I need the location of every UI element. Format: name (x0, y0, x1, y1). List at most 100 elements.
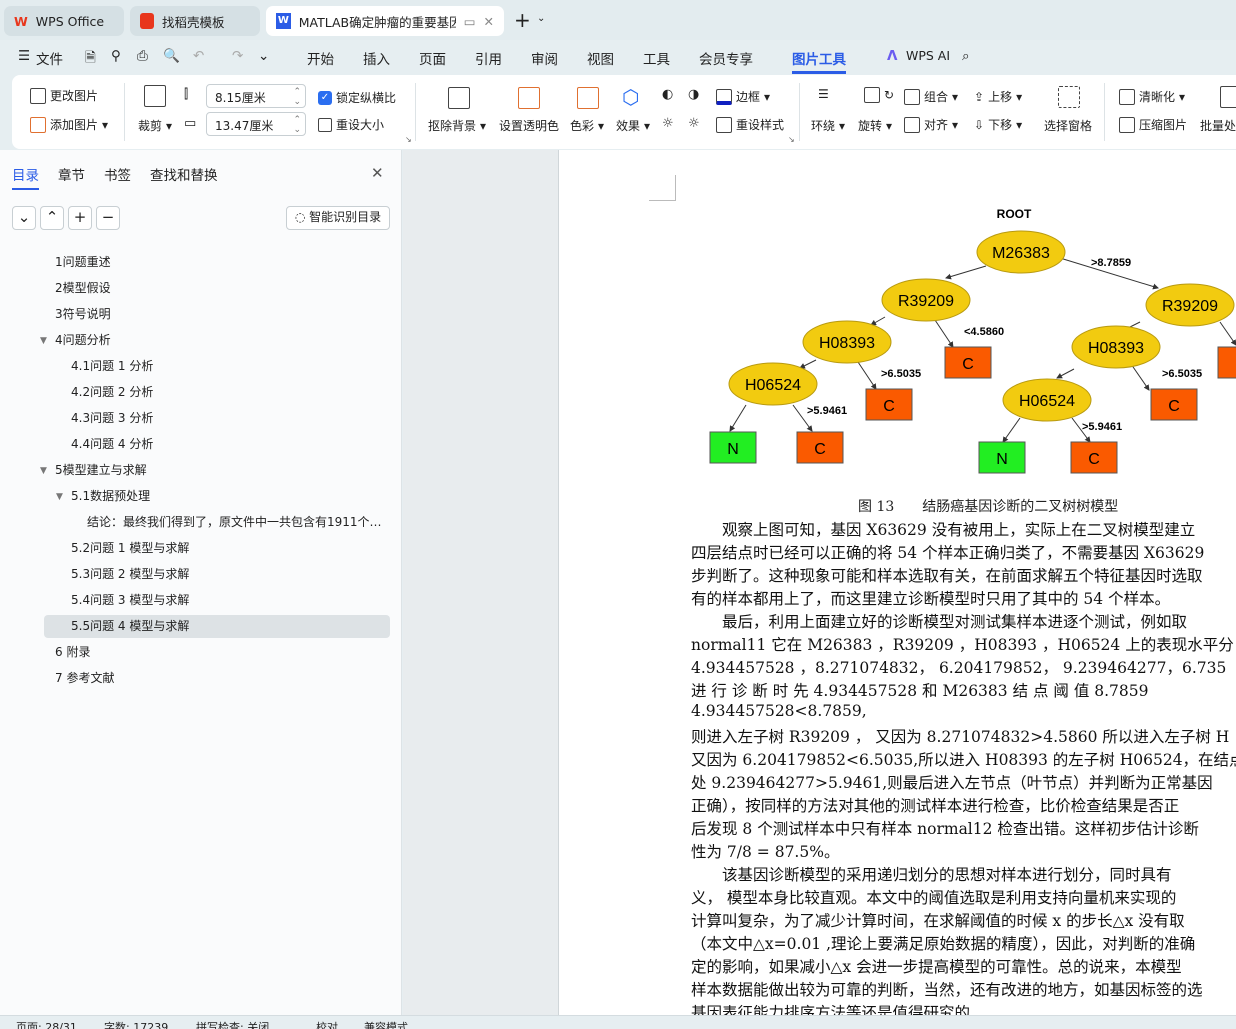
compress-button[interactable]: 压缩图片 (1119, 116, 1187, 133)
proofread-button[interactable]: 校对 (316, 1019, 338, 1029)
toc-item[interactable]: 5.3问题 2 模型与求解 (71, 565, 189, 582)
label: 效果 (616, 119, 641, 133)
selection-pane-button[interactable]: 选择窗格 (1044, 117, 1092, 134)
close-tab-icon[interactable]: ✕ (484, 14, 494, 29)
increase-contrast-icon[interactable]: ◐ (662, 87, 673, 102)
increase-brightness-icon[interactable]: ☼ (662, 116, 674, 131)
tree-node-label: H08393 (819, 335, 875, 352)
tree-leaf-label: C (962, 356, 974, 373)
toc-item[interactable]: 4.4问题 4 分析 (71, 435, 153, 452)
toc-item[interactable]: 6 附录 (55, 643, 90, 660)
toc-item[interactable]: 5.4问题 3 模型与求解 (71, 591, 189, 608)
tab-find-replace[interactable]: 查找和替换 (150, 164, 218, 184)
tab-chapters[interactable]: 章节 (58, 164, 85, 184)
menu-references[interactable]: 引用 (475, 48, 502, 68)
effects-button[interactable]: 效果 ▾ (616, 117, 650, 134)
more-icon[interactable]: ⌄ (258, 48, 269, 64)
toc-item[interactable]: 3符号说明 (55, 305, 111, 322)
search-icon[interactable]: ⌕ (962, 48, 970, 64)
tab-bookmarks[interactable]: 书签 (104, 164, 131, 184)
menu-review[interactable]: 审阅 (531, 48, 558, 68)
collapse-button[interactable]: ⌄ (12, 206, 36, 230)
toc-item[interactable]: 2模型假设 (55, 279, 111, 296)
save-icon[interactable]: 🗎 (85, 48, 96, 71)
add-picture-button[interactable]: 添加图片 ▾ (30, 116, 108, 133)
reset-style-button[interactable]: 重设样式 (716, 116, 784, 133)
toc-item[interactable]: 1问题重述 (55, 253, 111, 270)
menu-insert[interactable]: 插入 (363, 48, 390, 68)
edge-label: >8.7859 (1091, 257, 1131, 269)
toc-item[interactable]: 5.1数据预处理 (71, 487, 150, 504)
width-input[interactable]: 8.15厘米 ⌃ ⌄ (206, 84, 306, 108)
set-transparent-button[interactable]: 设置透明色 (499, 117, 559, 134)
expand-arrow-icon[interactable]: ▼ (56, 492, 63, 502)
remove-heading-button[interactable]: − (96, 206, 120, 230)
menu-wps-ai[interactable]: WPS AI (906, 48, 950, 63)
toc-item[interactable]: 结论：最终我们得到了，原文件中一共包含有1911个… (87, 513, 387, 530)
rotate-button[interactable]: 旋转 ▾ (858, 117, 892, 134)
sharpen-button[interactable]: 清晰化 ▾ (1119, 88, 1185, 105)
remove-bg-button[interactable]: 抠除背景 ▾ (428, 117, 486, 134)
group-button[interactable]: 组合 ▾ (904, 88, 958, 105)
toc-item[interactable]: 7 参考文献 (55, 669, 114, 686)
menu-view[interactable]: 视图 (587, 48, 614, 68)
word-count[interactable]: 字数: 17239 (104, 1019, 168, 1029)
tab-wps-office[interactable]: W WPS Office (4, 6, 124, 36)
reset-size-button[interactable]: 重设大小 (318, 116, 384, 133)
print-preview-icon[interactable]: 🔍 (163, 48, 180, 64)
spinner-icon[interactable]: ⌃ ⌄ (293, 87, 301, 107)
spell-check-toggle[interactable]: 拼写检查: 关闭 (196, 1019, 269, 1029)
menu-picture-tools[interactable]: 图片工具 (792, 48, 846, 74)
toc-item[interactable]: 5模型建立与求解 (55, 461, 147, 478)
crop-icon[interactable] (144, 85, 166, 107)
move-up-button[interactable]: ⇪ 上移 ▾ (974, 88, 1022, 105)
binary-tree-figure[interactable]: ROOT >8.7859 <4.5860 >6.5035 >6.5035 >5.… (690, 195, 1236, 485)
move-down-button[interactable]: ⇩ 下移 ▾ (974, 116, 1022, 133)
toc-item[interactable]: 5.2问题 1 模型与求解 (71, 539, 189, 556)
dialog-launcher-icon[interactable]: ↘ (405, 135, 412, 144)
share-icon[interactable]: ⚲ (111, 48, 121, 64)
smart-toc-button[interactable]: ◌ 智能识别目录 (286, 206, 390, 230)
tab-document[interactable]: W MATLAB确定肿瘤的重要基因信 ▭ ✕ (266, 6, 504, 36)
change-picture-button[interactable]: 更改图片 (30, 87, 98, 104)
border-button[interactable]: 边框 ▾ (716, 88, 770, 105)
tab-toc[interactable]: 目录 (12, 164, 39, 190)
tab-docer[interactable]: 找稻壳模板 (130, 6, 260, 36)
menu-home[interactable]: 开始 (307, 48, 334, 68)
add-heading-button[interactable]: + (68, 206, 92, 230)
menu-icon[interactable]: ☰ (18, 48, 30, 64)
chevron-down-icon[interactable]: ⌄ (537, 13, 545, 24)
height-input[interactable]: 13.47厘米 ⌃ ⌄ (206, 112, 306, 136)
wrap-button[interactable]: 环绕 ▾ (811, 117, 845, 134)
toc-item[interactable]: 5.5问题 4 模型与求解 (71, 617, 189, 634)
toc-item[interactable]: 4.1问题 1 分析 (71, 357, 153, 374)
menu-page[interactable]: 页面 (419, 48, 446, 68)
toc-item[interactable]: 4.3问题 3 分析 (71, 409, 153, 426)
text-line: 处 9.239464277>5.9461,则最后进入左节点（叶节点）并判断为正常… (691, 774, 1213, 792)
word-doc-icon: W (276, 13, 291, 29)
toc-item[interactable]: 4.2问题 2 分析 (71, 383, 153, 400)
menu-file[interactable]: 文件 (36, 48, 63, 68)
close-icon[interactable]: ✕ (371, 164, 384, 182)
new-tab-icon[interactable]: + (514, 8, 531, 32)
page-indicator[interactable]: 页面: 28/31 (16, 1019, 77, 1029)
print-icon[interactable]: ⎙ (137, 48, 148, 64)
crop-button[interactable]: 裁剪 ▾ (138, 117, 172, 134)
expand-up-button[interactable]: ⌃ (40, 206, 64, 230)
expand-arrow-icon[interactable]: ▼ (40, 466, 47, 476)
menu-member[interactable]: 会员专享 (699, 48, 753, 68)
align-button[interactable]: 对齐 ▾ (904, 116, 958, 133)
undo-icon[interactable]: ↶ (193, 48, 204, 64)
batch-button[interactable]: 批量处 (1200, 117, 1236, 134)
expand-arrow-icon[interactable]: ▼ (40, 336, 47, 346)
decrease-brightness-icon[interactable]: ☼ (688, 116, 700, 131)
dialog-launcher-icon[interactable]: ↘ (788, 135, 795, 144)
color-button[interactable]: 色彩 ▾ (570, 117, 604, 134)
monitor-icon[interactable]: ▭ (464, 14, 476, 29)
decrease-contrast-icon[interactable]: ◑ (688, 87, 699, 102)
spinner-icon[interactable]: ⌃ ⌄ (293, 115, 301, 135)
menu-tools[interactable]: 工具 (643, 48, 670, 68)
redo-icon[interactable]: ↷ (232, 48, 243, 64)
toc-item[interactable]: 4问题分析 (55, 331, 111, 348)
lock-ratio-checkbox[interactable]: ✓ 锁定纵横比 (318, 89, 396, 106)
